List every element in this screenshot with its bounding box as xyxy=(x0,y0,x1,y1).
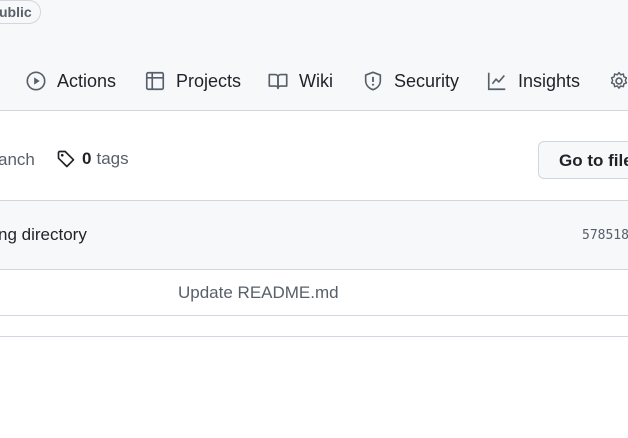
shield-icon xyxy=(364,71,382,91)
tab-security[interactable]: Security xyxy=(362,66,459,96)
latest-commit-bar xyxy=(0,200,628,270)
tab-label: Insights xyxy=(518,70,581,91)
gear-icon xyxy=(610,71,628,89)
branches-link[interactable]: anch xyxy=(0,150,35,170)
tab-insights[interactable]: Insights xyxy=(486,66,580,96)
tags-label: tags xyxy=(96,149,129,168)
graph-icon xyxy=(487,72,506,91)
tab-label: Security xyxy=(394,70,460,91)
divider xyxy=(0,336,628,337)
tags-link[interactable]: 0 tags xyxy=(56,149,129,169)
latest-commit-message[interactable]: ng directory xyxy=(0,225,87,245)
tab-projects[interactable]: Projects xyxy=(144,66,241,96)
tag-icon xyxy=(57,150,75,168)
visibility-badge: ublic xyxy=(0,0,41,24)
tab-settings[interactable] xyxy=(608,66,628,96)
file-commit-message[interactable]: Update README.md xyxy=(178,283,339,303)
play-circle-icon xyxy=(26,71,46,91)
table-icon xyxy=(145,71,165,91)
tab-label: Projects xyxy=(176,70,242,91)
tab-label: Actions xyxy=(57,70,117,91)
book-icon xyxy=(268,73,288,90)
tags-count: 0 xyxy=(82,149,92,168)
tab-label: Wiki xyxy=(299,70,333,91)
commit-hash[interactable]: 578518 xyxy=(582,228,628,243)
go-to-file-button[interactable]: Go to file xyxy=(538,141,628,179)
tab-actions[interactable]: Actions xyxy=(25,66,116,96)
tab-wiki[interactable]: Wiki xyxy=(267,66,333,96)
